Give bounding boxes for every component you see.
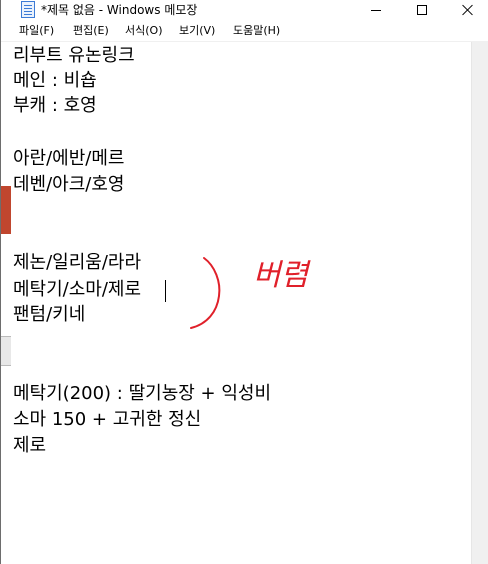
close-button[interactable] bbox=[445, 0, 488, 20]
menu-bar: 파일(F) 편집(E) 서식(O) 보기(V) 도움말(H) bbox=[1, 20, 488, 42]
text-line: 제로 bbox=[13, 435, 47, 456]
notepad-icon bbox=[21, 1, 35, 18]
notepad-window: *제목 없음 - Windows 메모장 파일(F) 편집(E) 서식(O) 보… bbox=[0, 0, 488, 564]
text-line: 데벤/아크/호영 bbox=[13, 174, 125, 195]
menu-help[interactable]: 도움말(H) bbox=[233, 24, 280, 38]
menu-format[interactable]: 서식(O) bbox=[125, 24, 162, 38]
text-line: 아란/에반/메르 bbox=[13, 148, 125, 169]
text-line: 메탁기(200) : 딸기농장 + 익성비 bbox=[13, 383, 272, 404]
menu-view[interactable]: 보기(V) bbox=[179, 24, 215, 38]
title-bar[interactable]: *제목 없음 - Windows 메모장 bbox=[1, 0, 488, 20]
text-editor[interactable]: 리부트 유논링크 메인 : 비숍 부캐 : 호영 아란/에반/메르 데벤/아크/… bbox=[1, 42, 471, 564]
window-title: *제목 없음 - Windows 메모장 bbox=[41, 3, 198, 17]
maximize-icon bbox=[417, 5, 427, 15]
text-line: 메인 : 비숍 bbox=[13, 70, 97, 91]
text-line: 소마 150 + 고귀한 정신 bbox=[13, 409, 202, 430]
close-icon bbox=[462, 4, 474, 16]
text-line: 메탁기/소마/제로 bbox=[13, 279, 142, 300]
text-line: 리부트 유논링크 bbox=[13, 45, 135, 66]
text-line: 부캐 : 호영 bbox=[13, 95, 97, 116]
background-window-edge bbox=[1, 186, 11, 234]
minimize-button[interactable] bbox=[353, 0, 399, 20]
maximize-button[interactable] bbox=[399, 0, 445, 20]
menu-file[interactable]: 파일(F) bbox=[19, 24, 54, 38]
background-window-edge bbox=[1, 336, 11, 366]
vertical-scrollbar[interactable] bbox=[471, 42, 488, 564]
text-caret bbox=[165, 280, 166, 302]
menu-edit[interactable]: 편집(E) bbox=[73, 24, 109, 38]
text-line: 제논/일리움/라라 bbox=[13, 252, 142, 273]
minimize-icon bbox=[371, 9, 381, 11]
text-line: 팬텀/키네 bbox=[13, 304, 86, 325]
